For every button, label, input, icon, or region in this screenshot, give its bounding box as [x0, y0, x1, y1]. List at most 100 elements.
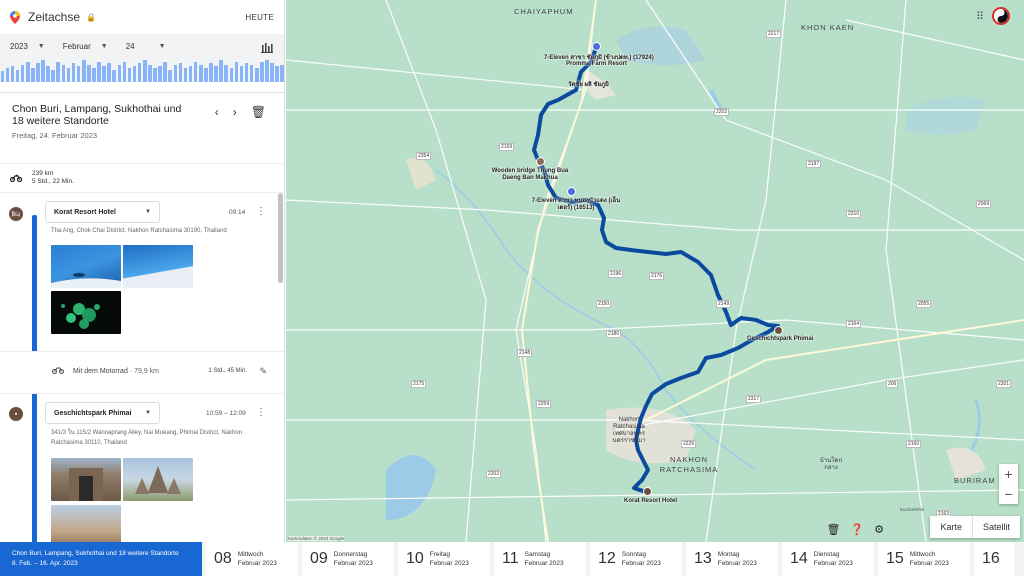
day-card[interactable]: 09 Donnerstag Februar 2023	[302, 542, 394, 576]
museum-marker-icon[interactable]	[774, 326, 783, 335]
travel-segment[interactable]: Mit dem Motorrad · 79,9 km 1 Std., 45 Mi…	[0, 351, 284, 394]
road-number-label: 2217	[766, 30, 782, 38]
hotel-marker-icon[interactable]	[643, 487, 652, 496]
map-city-label: KHON KAEN	[801, 23, 855, 32]
photo-thumbnail[interactable]	[51, 458, 121, 501]
help-icon[interactable]: ❓	[850, 523, 864, 536]
museum-icon: ▪	[9, 407, 23, 421]
map-city-label: NAKHON RATCHASIMA	[659, 455, 719, 474]
month-select[interactable]: Februar ▼	[63, 42, 108, 51]
histogram-bar	[81, 60, 86, 82]
trash-icon[interactable]: 🗑	[251, 105, 266, 119]
shop-marker-icon[interactable]	[592, 42, 601, 51]
histogram-bar	[244, 63, 249, 82]
settings-gear-icon[interactable]: ⚙	[874, 523, 884, 536]
motorcycle-icon	[52, 367, 64, 374]
year-select[interactable]: 2023 ▼	[10, 42, 45, 51]
chevron-right-icon[interactable]: ›	[233, 105, 237, 119]
edit-magic-icon[interactable]: ✎	[259, 366, 267, 377]
timeline-panel: Zeitachse 🔒 HEUTE 2023 ▼ Februar ▼ 24 ▼	[0, 0, 285, 542]
place-select-phimai[interactable]: Geschichtspark Phimai ▼	[45, 402, 160, 424]
summary-text: 239 km 5 Std., 22 Min.	[32, 170, 74, 186]
histogram-bar	[71, 63, 76, 82]
trip-card[interactable]: Chon Buri, Lampang, Sukhothai und 18 wei…	[0, 542, 202, 576]
histogram-bars	[0, 58, 284, 82]
map-type-karte[interactable]: Karte	[930, 516, 972, 538]
road-number-label: 2317	[746, 395, 762, 403]
day-weekday: Montag Februar 2023	[718, 550, 757, 568]
histogram-bar	[10, 66, 15, 82]
photo-thumbnail[interactable]	[123, 458, 193, 501]
map-poi-label[interactable]: วัดชัย ผลิ ชัยภูมิ	[568, 79, 609, 89]
day-number: 11	[502, 550, 519, 567]
histogram-bar	[51, 69, 55, 82]
day-card[interactable]: 13 Montag Februar 2023	[686, 542, 778, 576]
today-button[interactable]: HEUTE	[245, 13, 274, 22]
month-label: Februar 2023	[237, 560, 277, 567]
landmark-marker-icon[interactable]	[536, 157, 545, 166]
histogram-bar	[224, 64, 228, 82]
histogram-bar	[168, 69, 173, 82]
histogram-bar	[112, 69, 117, 82]
place-select-korat-resort[interactable]: Korat Resort Hotel ▼	[45, 201, 160, 223]
histogram-bar	[148, 64, 152, 82]
trip-distance: 239 km	[32, 170, 54, 177]
histogram-bar	[31, 68, 35, 82]
avatar[interactable]	[992, 7, 1010, 25]
more-vert-icon[interactable]: ⋮	[256, 407, 266, 418]
histogram-bar	[265, 60, 269, 82]
keyboard-shortcuts-link[interactable]: Kurzbefehle	[900, 507, 924, 512]
road-number-label: 2175	[411, 380, 427, 388]
histogram-bar	[188, 66, 193, 82]
day-card[interactable]: 12 Sonntag Februar 2023	[590, 542, 682, 576]
panel-scrollbar[interactable]	[278, 193, 283, 283]
more-vert-icon[interactable]: ⋮	[256, 206, 266, 217]
histogram-bar	[132, 66, 137, 82]
map-poi-label[interactable]: Wooden bridge Thung Bua Daeng Ban Makhua	[490, 168, 570, 182]
map-poi-label[interactable]: Promma Farm Resort	[566, 61, 627, 67]
day-card[interactable]: 14 Dienstag Februar 2023	[782, 542, 874, 576]
histogram-bar	[46, 66, 50, 82]
weekday-label: Samstag	[524, 551, 551, 558]
zoom-in-button[interactable]: +	[1004, 466, 1012, 482]
map-view[interactable]: CHAIYAPHUM KHON KAEN NAKHON RATCHASIMA B…	[286, 0, 1024, 542]
motorcycle-icon	[10, 174, 22, 182]
histogram-bar	[137, 63, 142, 82]
day-card[interactable]: 15 Mittwoch Februar 2023	[878, 542, 970, 576]
photo-thumbnail[interactable]	[51, 505, 121, 542]
day-card[interactable]: 16	[974, 542, 1014, 576]
photo-thumbnail[interactable]	[123, 245, 193, 288]
zoom-out-button[interactable]: −	[1004, 486, 1012, 502]
map-poi-label[interactable]: 7-Eleven สาขา หนองบัวแดง (เอ็นเตอร์) (16…	[526, 198, 626, 212]
histogram-bar	[158, 66, 162, 82]
road-number-label: 2180	[606, 330, 622, 338]
day-select[interactable]: 24 ▼	[126, 42, 166, 51]
photo-thumbnail[interactable]	[51, 245, 121, 288]
month-label: Februar 2023	[813, 560, 853, 567]
trip-duration: 5 Std., 22 Min.	[32, 178, 74, 185]
trash-icon[interactable]: 🗑	[826, 523, 840, 536]
chevron-left-icon[interactable]: ‹	[215, 105, 219, 119]
day-card[interactable]: 10 Freitag Februar 2023	[398, 542, 490, 576]
map-poi-label[interactable]: Korat Resort Hotel	[624, 498, 677, 504]
photo-thumbnail[interactable]	[51, 291, 121, 334]
histogram-bar	[127, 68, 132, 82]
weekday-label: Donnerstag	[333, 551, 368, 558]
activity-histogram[interactable]	[0, 59, 284, 93]
road-number-label: 206	[886, 380, 899, 388]
day-card[interactable]: 11 Samstag Februar 2023	[494, 542, 586, 576]
lock-icon: 🔒	[86, 12, 96, 22]
apps-grid-icon[interactable]: ⠿	[976, 10, 984, 23]
map-poi-label[interactable]: Geschichtspark Phimai	[747, 336, 813, 342]
day-number: 14	[790, 550, 808, 567]
road-number-label: 2196	[608, 270, 624, 278]
shop-marker-icon[interactable]	[567, 187, 576, 196]
hotel-icon: 🛏	[9, 207, 23, 221]
map-type-satellit[interactable]: Satellit	[971, 516, 1020, 538]
histogram-scroll[interactable]	[0, 82, 284, 92]
day-card[interactable]: 08 Mittwoch Februar 2023	[206, 542, 298, 576]
map-poi-label[interactable]: Nakhon Ratchasima เทศบาลนคร นครราชสีมา	[604, 417, 654, 445]
weekday-label: Mittwoch	[909, 551, 936, 558]
day-weekday: Dienstag Februar 2023	[814, 550, 853, 568]
bar-chart-icon[interactable]	[260, 40, 274, 54]
